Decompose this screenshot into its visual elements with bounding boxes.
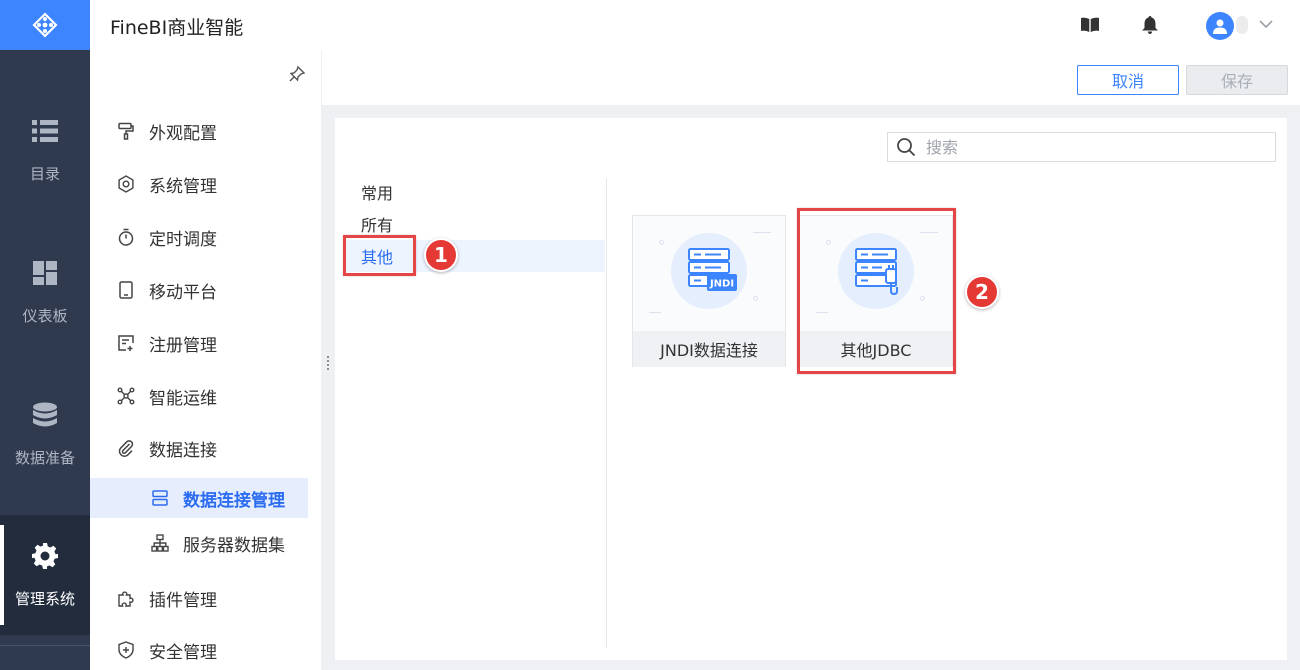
shield-icon [116,640,136,660]
menu-item-label: 外观配置 [149,123,217,144]
menu-item-label: 智能运维 [149,388,217,409]
left-rail: 目录 仪表板 数据准备 管理系统 [0,0,90,670]
app-logo[interactable] [0,0,90,50]
gear-icon [31,542,59,570]
logo-icon [32,12,58,38]
menu-item-label: 数据连接管理 [183,490,285,511]
rail-item-dashboard[interactable]: 仪表板 [0,232,90,352]
rail-divider [0,645,90,646]
menu-item-label: 服务器数据集 [183,535,285,556]
network-icon [116,386,136,406]
step-badge-2: 2 [965,275,999,309]
category-common[interactable]: 常用 [345,176,605,208]
server-icon [150,488,170,508]
highlight-box-other [343,235,416,276]
connection-type-panel: 常用 所有 其他 1 JNDI JNDI数据连接 [335,118,1287,660]
paperclip-icon [116,438,136,458]
rail-item-admin[interactable]: 管理系统 [0,515,90,635]
bell-icon[interactable] [1140,15,1160,35]
menu-item-ops[interactable]: 智能运维 [90,376,321,416]
menu-item-security[interactable]: 安全管理 [90,630,321,670]
cancel-button[interactable]: 取消 [1077,65,1179,95]
menu-item-data-connection[interactable]: 数据连接 [90,428,321,468]
database-icon [31,401,59,429]
menu-item-label: 系统管理 [149,176,217,197]
menu-item-label: 注册管理 [149,335,217,356]
save-button[interactable]: 保存 [1186,65,1288,95]
register-icon [116,333,136,353]
menu-item-plugins[interactable]: 插件管理 [90,578,321,618]
book-icon[interactable] [1080,15,1100,35]
app-title: FineBI商业智能 [110,17,244,39]
avatar[interactable] [1206,12,1234,40]
pin-icon[interactable] [288,65,306,83]
menu-item-system[interactable]: 系统管理 [90,164,321,204]
user-icon [1213,19,1227,34]
chevron-down-icon[interactable] [1258,16,1274,32]
rail-item-label: 目录 [29,164,60,183]
rail-item-label: 仪表板 [22,306,68,325]
card-jndi[interactable]: JNDI JNDI数据连接 [632,215,786,367]
rail-item-catalog[interactable]: 目录 [0,90,90,210]
rail-item-data-prep[interactable]: 数据准备 [0,374,90,494]
dashboard-icon [31,259,59,287]
action-toolbar: 取消 保存 [322,50,1300,105]
timer-icon [116,227,136,247]
search-input[interactable] [926,137,1246,157]
menu-item-label: 移动平台 [149,282,217,303]
jndi-server-icon: JNDI [688,248,737,291]
card-illustration: JNDI [633,216,785,331]
admin-menu: 外观配置 系统管理 定时调度 移动平台 注册管理 智能运维 数据连接 数据连接管… [90,50,321,670]
puzzle-icon [116,588,136,608]
category-divider [606,178,607,648]
menu-item-label: 安全管理 [149,642,217,663]
drag-handle[interactable] [326,355,330,371]
top-header: FineBI商业智能 [90,0,1300,50]
settings-icon [116,174,136,194]
mobile-icon [116,280,136,300]
menu-item-appearance[interactable]: 外观配置 [90,111,321,151]
jndi-tag: JNDI [709,279,734,290]
paint-roller-icon [116,121,136,141]
menu-item-register[interactable]: 注册管理 [90,323,321,363]
menu-item-label: 定时调度 [149,229,217,250]
card-label: JNDI数据连接 [633,331,785,367]
menu-item-connection-manage[interactable]: 数据连接管理 [90,478,308,518]
hierarchy-icon [150,533,170,553]
menu-item-label: 数据连接 [149,440,217,461]
menu-item-mobile[interactable]: 移动平台 [90,270,321,310]
highlight-box-other-jdbc [797,208,956,374]
list-icon [31,117,59,145]
search-icon [897,138,916,157]
menu-item-server-dataset[interactable]: 服务器数据集 [90,523,321,563]
rail-item-label: 数据准备 [14,448,75,467]
menu-item-label: 插件管理 [149,590,217,611]
step-badge-1: 1 [424,238,458,272]
search-box[interactable] [887,132,1276,162]
username-blurred [1236,16,1248,34]
rail-item-label: 管理系统 [14,589,75,608]
menu-item-schedule[interactable]: 定时调度 [90,217,321,257]
